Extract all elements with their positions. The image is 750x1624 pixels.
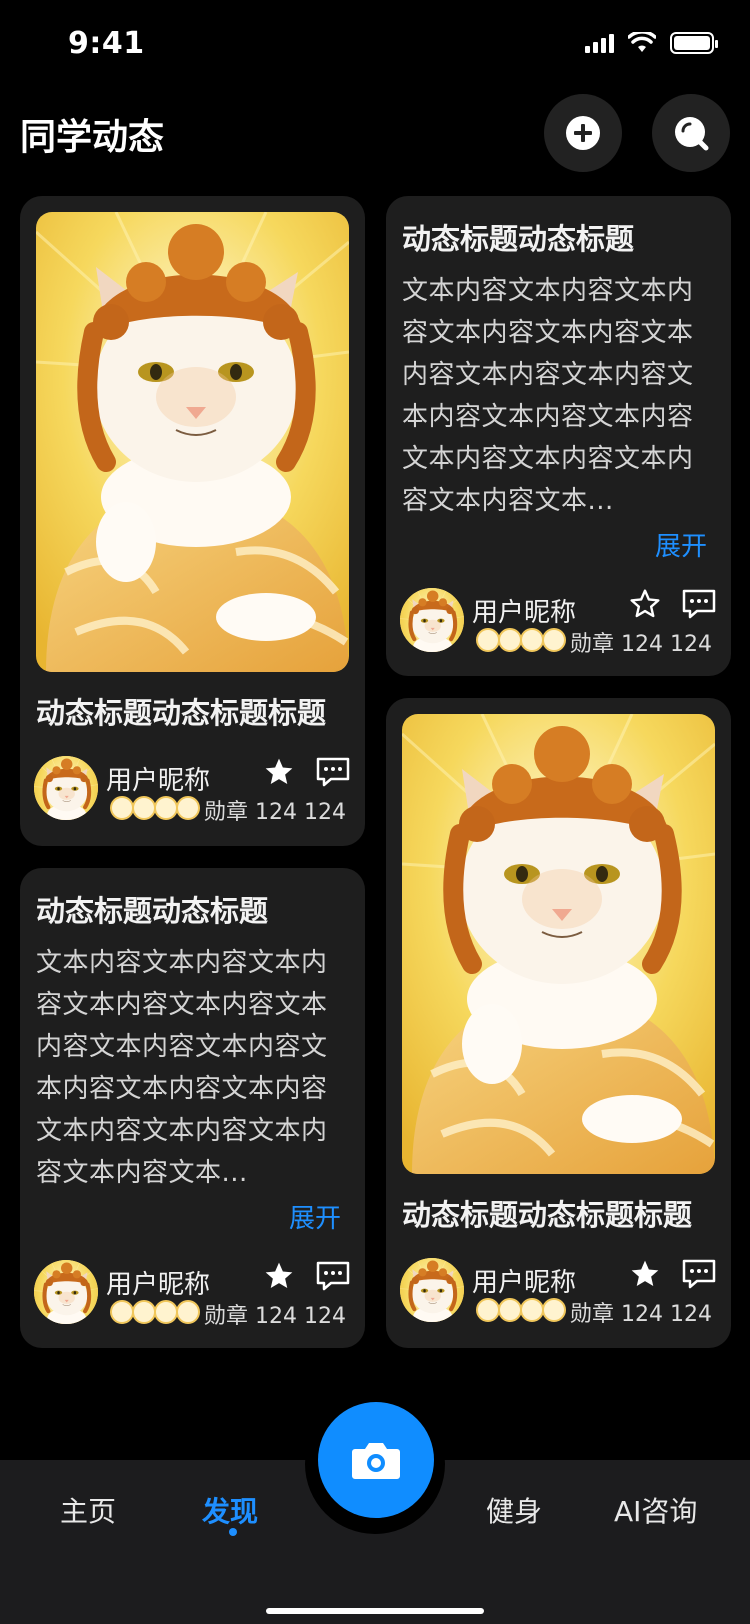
home-indicator	[266, 1608, 484, 1614]
wifi-icon	[628, 32, 656, 52]
star-filled-icon[interactable]	[263, 756, 295, 788]
star-outline-icon[interactable]	[629, 588, 661, 620]
status-bar: 9:41	[0, 0, 750, 92]
plus-circle-icon	[566, 116, 600, 150]
author-name[interactable]: 用户昵称	[472, 1262, 576, 1299]
medal-badge-icon	[542, 1298, 566, 1322]
medal-badges	[476, 628, 566, 652]
post-card[interactable]: 动态标题动态标题标题 用户昵称 勋章 124 124	[20, 196, 365, 846]
post-title: 动态标题动态标题	[36, 894, 269, 928]
medal-badge-icon	[542, 628, 566, 652]
post-body: 文本内容文本内容文本内容文本内容文本内容文本内容文本内容文本内容文本内容文本内容…	[402, 276, 694, 516]
medal-badge-icon	[110, 796, 134, 820]
search-icon	[675, 117, 709, 151]
comment-icon[interactable]	[681, 588, 717, 620]
avatar[interactable]	[34, 1260, 98, 1324]
medal-badge-icon	[154, 1300, 178, 1324]
author-row: 用户昵称 勋章 124 124	[400, 588, 717, 657]
medal-badge-icon	[520, 1298, 544, 1322]
comment-icon[interactable]	[315, 756, 351, 788]
post-card[interactable]: 动态标题动态标题标题 用户昵称 勋章 124 124	[386, 698, 731, 1348]
medal-badges	[110, 1300, 200, 1324]
post-card[interactable]: 动态标题动态标题 文本内容文本内容文本内容文本内容文本内容文本内容文本内容文本内…	[386, 196, 731, 676]
post-card[interactable]: 动态标题动态标题 文本内容文本内容文本内容文本内容文本内容文本内容文本内容文本内…	[20, 868, 365, 1348]
tab-home[interactable]: 主页	[60, 1490, 116, 1530]
medal-count: 勋章 124 124	[570, 1302, 712, 1327]
medal-badge-icon	[110, 1300, 134, 1324]
post-title: 动态标题动态标题标题	[402, 1198, 693, 1232]
expand-link[interactable]: 展开	[289, 1198, 341, 1235]
author-row: 用户昵称 勋章 124 124	[34, 756, 351, 825]
expand-link[interactable]: 展开	[655, 526, 707, 563]
search-button[interactable]	[652, 94, 730, 172]
medal-badge-icon	[176, 796, 200, 820]
medal-badge-icon	[154, 796, 178, 820]
tab-ai-consult[interactable]: AI咨询	[614, 1490, 697, 1530]
comment-icon[interactable]	[315, 1260, 351, 1292]
cellular-signal-icon	[585, 33, 614, 53]
medal-count: 勋章 124 124	[204, 800, 346, 825]
medal-badges	[476, 1298, 566, 1322]
author-name[interactable]: 用户昵称	[106, 760, 210, 797]
medal-badge-icon	[176, 1300, 200, 1324]
post-title: 动态标题动态标题	[402, 222, 635, 256]
medal-badge-icon	[132, 1300, 156, 1324]
medal-badges	[110, 796, 200, 820]
author-name[interactable]: 用户昵称	[472, 592, 576, 629]
post-body: 文本内容文本内容文本内容文本内容文本内容文本内容文本内容文本内容文本内容文本内容…	[36, 948, 328, 1188]
medal-badge-icon	[132, 796, 156, 820]
add-post-button[interactable]	[544, 94, 622, 172]
tab-discover[interactable]: 发现	[202, 1490, 258, 1530]
status-time: 9:41	[68, 26, 145, 61]
medal-count: 勋章 124 124	[204, 1304, 346, 1329]
camera-button[interactable]	[318, 1402, 434, 1518]
star-filled-icon[interactable]	[263, 1260, 295, 1292]
avatar[interactable]	[400, 588, 464, 652]
page-title: 同学动态	[20, 117, 165, 158]
avatar[interactable]	[400, 1258, 464, 1322]
medal-badge-icon	[498, 628, 522, 652]
medal-badge-icon	[498, 1298, 522, 1322]
status-icons	[585, 32, 718, 54]
post-title: 动态标题动态标题标题	[36, 696, 327, 730]
medal-badge-icon	[476, 628, 500, 652]
battery-icon	[670, 32, 718, 54]
medal-count: 勋章 124 124	[570, 632, 712, 657]
tab-fitness[interactable]: 健身	[486, 1490, 542, 1530]
author-name[interactable]: 用户昵称	[106, 1264, 210, 1301]
medal-badge-icon	[476, 1298, 500, 1322]
avatar[interactable]	[34, 756, 98, 820]
post-image[interactable]	[402, 714, 715, 1174]
author-row: 用户昵称 勋章 124 124	[34, 1260, 351, 1329]
medal-badge-icon	[520, 628, 544, 652]
camera-icon	[352, 1443, 400, 1479]
post-image[interactable]	[36, 212, 349, 672]
active-tab-indicator	[229, 1528, 237, 1536]
comment-icon[interactable]	[681, 1258, 717, 1290]
star-filled-icon[interactable]	[629, 1258, 661, 1290]
author-row: 用户昵称 勋章 124 124	[400, 1258, 717, 1327]
